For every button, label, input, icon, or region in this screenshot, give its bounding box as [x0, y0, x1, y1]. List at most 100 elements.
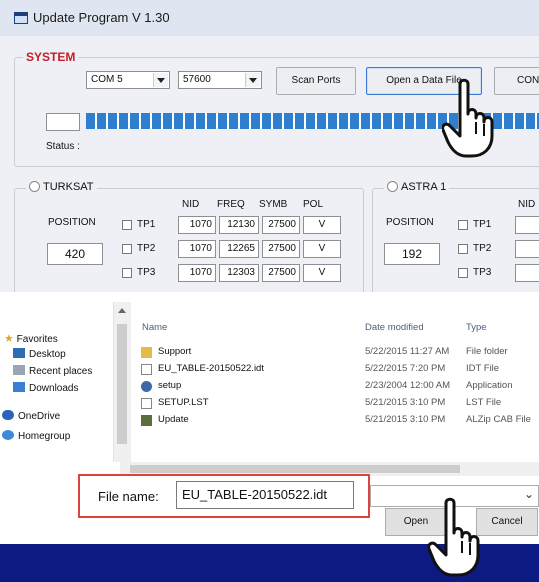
file-date: 5/21/2015 3:10 PM — [365, 397, 446, 408]
file-date: 5/21/2015 3:10 PM — [365, 414, 446, 425]
turksat-tp3-freq[interactable]: 12303 — [219, 264, 259, 282]
file-type: Application — [466, 380, 513, 391]
column-header-date[interactable]: Date modified — [365, 322, 424, 333]
setup-icon — [141, 381, 152, 392]
cab-icon — [141, 415, 152, 426]
astra-tp3-label: TP3 — [473, 267, 492, 278]
turksat-radio[interactable] — [29, 181, 40, 192]
folder-icon — [141, 347, 152, 358]
nav-item-label: Recent places — [29, 366, 93, 377]
file-row[interactable]: EU_TABLE-20150522.idt 5/22/2015 7:20 PM … — [136, 361, 539, 377]
file-row[interactable]: SETUP.LST 5/21/2015 3:10 PM LST File — [136, 395, 539, 411]
astra-legend[interactable]: ASTRA 1 — [384, 181, 450, 193]
turksat-position-label: POSITION — [48, 217, 96, 228]
file-row[interactable]: setup 2/23/2004 12:00 AM Application — [136, 378, 539, 394]
astra-tp2-label: TP2 — [473, 243, 492, 254]
file-name: EU_TABLE-20150522.idt — [158, 363, 264, 374]
file-row[interactable]: Update 5/21/2015 3:10 PM ALZip CAB File — [136, 412, 539, 428]
nav-item-label: Homegroup — [18, 431, 71, 442]
turksat-tp3-nid[interactable]: 1070 — [178, 264, 216, 282]
nav-item-label: Favorites — [16, 334, 58, 345]
turksat-position-input[interactable]: 420 — [47, 243, 103, 265]
col-header-symb: SYMB — [259, 199, 288, 210]
scroll-thumb[interactable] — [130, 465, 460, 473]
baud-rate-value: 57600 — [183, 74, 211, 85]
astra-tp1-label: TP1 — [473, 219, 492, 230]
nav-scrollbar[interactable] — [113, 302, 131, 462]
file-name: SETUP.LST — [158, 397, 209, 408]
filename-highlight-box: File name: EU_TABLE-20150522.idt — [78, 474, 370, 518]
file-row[interactable]: Support 5/22/2015 11:27 AM File folder — [136, 344, 539, 360]
progress-indicator-box — [46, 113, 80, 131]
column-header-name[interactable]: Name — [142, 322, 167, 333]
turksat-name: TURKSAT — [43, 181, 94, 193]
file-name: Update — [158, 414, 189, 425]
baud-rate-select[interactable]: 57600 — [178, 71, 262, 89]
scan-ports-button[interactable]: Scan Ports — [276, 67, 356, 95]
turksat-tp2-nid[interactable]: 1070 — [178, 240, 216, 258]
astra-name: ASTRA 1 — [401, 181, 447, 193]
turksat-tp2-freq[interactable]: 12265 — [219, 240, 259, 258]
cloud-icon — [2, 410, 14, 420]
turksat-tp3-label: TP3 — [137, 267, 156, 278]
astra-tp2-nid[interactable] — [515, 240, 539, 258]
file-type: File folder — [466, 346, 508, 357]
separator — [0, 292, 539, 302]
chevron-down-icon[interactable] — [153, 73, 168, 87]
astra-tp1-nid[interactable] — [515, 216, 539, 234]
nav-item-label: OneDrive — [18, 411, 61, 422]
filename-label: File name: — [98, 489, 159, 504]
nav-item-favorites[interactable]: ★ Favorites — [4, 332, 58, 345]
turksat-tp3-pol[interactable]: V — [303, 264, 341, 282]
col-header-freq: FREQ — [217, 199, 245, 210]
astra-tp3-checkbox[interactable] — [458, 268, 468, 278]
turksat-tp1-nid[interactable]: 1070 — [178, 216, 216, 234]
turksat-tp2-label: TP2 — [137, 243, 156, 254]
com-port-select[interactable]: COM 5 — [86, 71, 170, 89]
turksat-legend[interactable]: TURKSAT — [26, 181, 97, 193]
nav-item-desktop[interactable]: Desktop — [13, 348, 66, 360]
status-label: Status : — [46, 141, 80, 152]
scroll-up-icon[interactable] — [118, 308, 126, 313]
nav-item-downloads[interactable]: Downloads — [13, 382, 78, 394]
hand-pointer-icon — [442, 78, 494, 158]
astra-radio[interactable] — [387, 181, 398, 192]
nav-item-onedrive[interactable]: OneDrive — [2, 410, 60, 422]
turksat-tp1-freq[interactable]: 12130 — [219, 216, 259, 234]
downloads-icon — [13, 382, 25, 392]
filename-input[interactable]: EU_TABLE-20150522.idt — [176, 481, 354, 509]
nav-item-label: Downloads — [29, 383, 79, 394]
col-header-nid: NID — [182, 199, 200, 210]
nav-item-homegroup[interactable]: Homegroup — [2, 430, 70, 442]
file-type: LST File — [466, 397, 502, 408]
recent-places-icon — [13, 365, 25, 375]
navigation-pane: ★ Favorites Desktop Recent places Downlo… — [0, 302, 120, 462]
column-header-type[interactable]: Type — [466, 322, 487, 333]
file-icon — [141, 364, 152, 375]
file-name: setup — [158, 380, 182, 391]
turksat-tp2-symb[interactable]: 27500 — [262, 240, 300, 258]
col-header-pol: POL — [303, 199, 324, 210]
astra-position-label: POSITION — [386, 217, 434, 228]
chevron-down-icon[interactable] — [245, 73, 260, 87]
file-icon — [141, 398, 152, 409]
astra-tp2-checkbox[interactable] — [458, 244, 468, 254]
astra-tp1-checkbox[interactable] — [458, 220, 468, 230]
turksat-tp1-symb[interactable]: 27500 — [262, 216, 300, 234]
file-date: 2/23/2004 12:00 AM — [365, 380, 451, 391]
turksat-tp1-checkbox[interactable] — [122, 220, 132, 230]
turksat-tp2-checkbox[interactable] — [122, 244, 132, 254]
nav-item-recent-places[interactable]: Recent places — [13, 365, 92, 377]
turksat-tp1-pol[interactable]: V — [303, 216, 341, 234]
turksat-tp3-symb[interactable]: 27500 — [262, 264, 300, 282]
turksat-tp2-pol[interactable]: V — [303, 240, 341, 258]
nav-item-label: Desktop — [29, 349, 66, 360]
file-date: 5/22/2015 7:20 PM — [365, 363, 446, 374]
turksat-tp1-label: TP1 — [137, 219, 156, 230]
astra-position-input[interactable]: 192 — [384, 243, 440, 265]
astra-col-header-nid: NID — [518, 199, 536, 210]
turksat-tp3-checkbox[interactable] — [122, 268, 132, 278]
astra-tp3-nid[interactable] — [515, 264, 539, 282]
scroll-thumb[interactable] — [117, 324, 127, 444]
star-icon: ★ — [4, 333, 14, 345]
